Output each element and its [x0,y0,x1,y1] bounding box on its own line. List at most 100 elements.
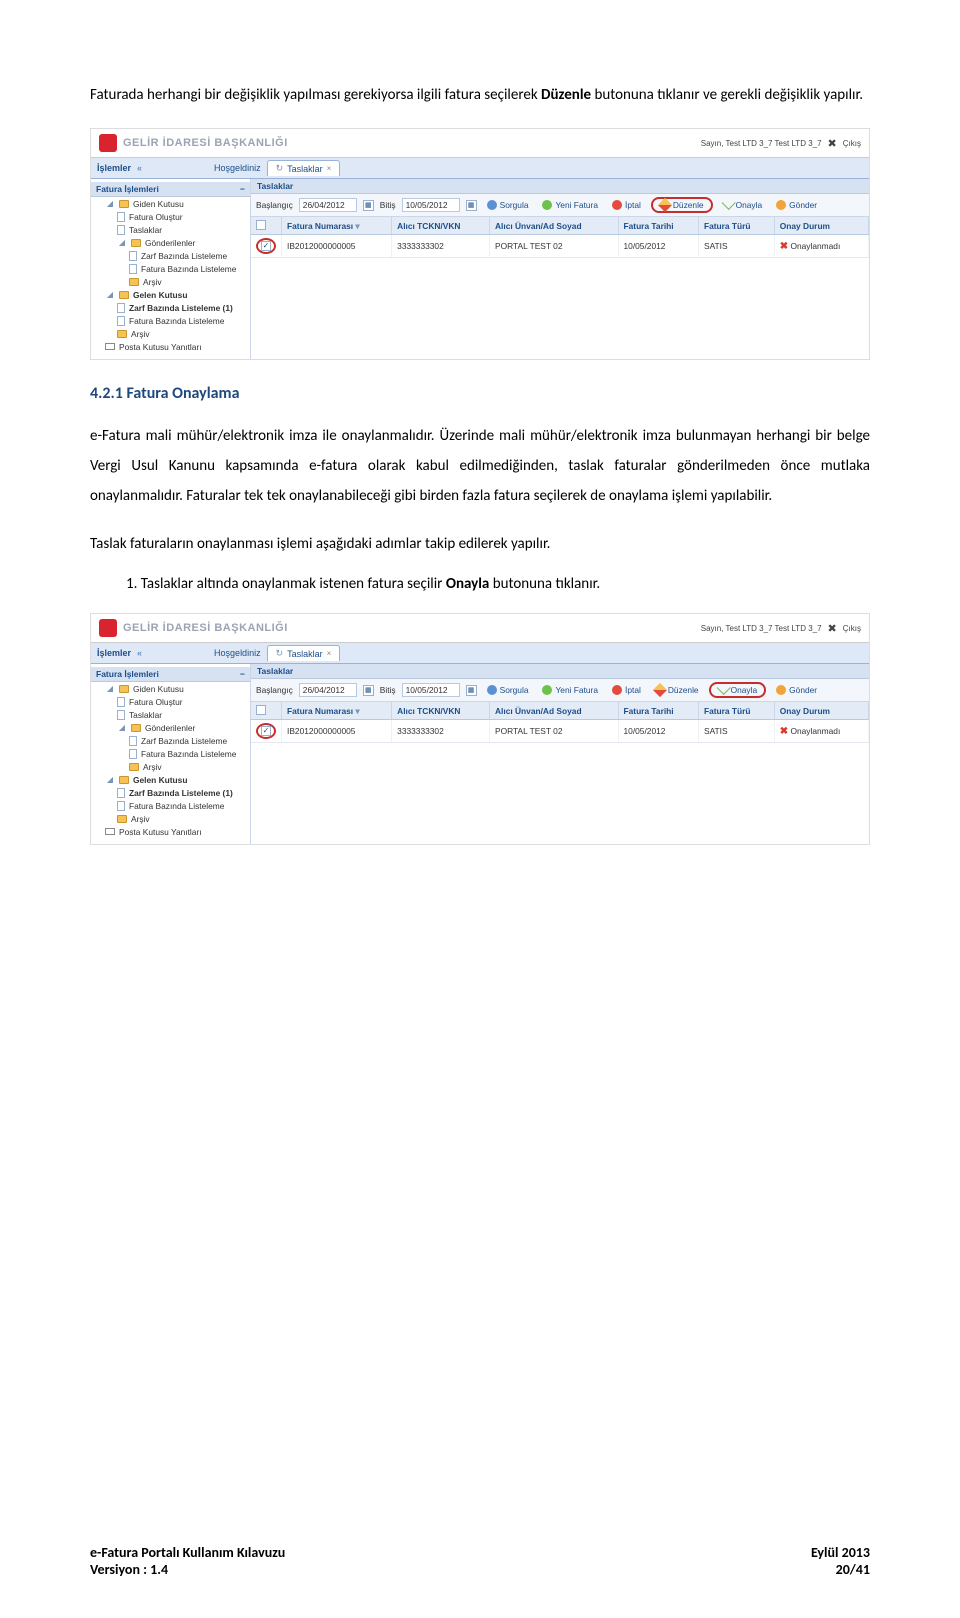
col-checkbox[interactable] [251,217,282,235]
cell-tarih: 10/05/2012 [618,720,698,743]
menubar-title: İşlemler [97,648,131,658]
checkbox-icon[interactable] [256,220,266,230]
calendar-icon[interactable]: ▦ [363,685,374,696]
tree-arsiv2[interactable]: Arşiv [91,327,250,340]
tree-zarf-liste[interactable]: Zarf Bazında Listeleme [91,249,250,262]
onayla-button[interactable]: Onayla [714,684,762,696]
sorgula-label: Sorgula [500,685,529,695]
col-checkbox[interactable] [251,702,282,720]
tree-gonderilenler[interactable]: ◢Gönderilenler [91,236,250,249]
tree-section-minus[interactable]: − [240,669,245,679]
tab-welcome[interactable]: Hoşgeldiniz [214,163,261,173]
tab-taslaklar[interactable]: ↻ Taslaklar × [267,160,341,176]
tree-posta[interactable]: Posta Kutusu Yanıtları [91,340,250,353]
col-unvan[interactable]: Alıcı Ünvan/Ad Soyad [490,217,619,235]
checkbox-icon[interactable] [256,705,266,715]
tree-gelen[interactable]: ◢Gelen Kutusu [91,288,250,301]
tree-gelen[interactable]: ◢Gelen Kutusu [91,773,250,786]
gonder-button[interactable]: Gönder [772,684,821,696]
calendar-icon[interactable]: ▦ [363,200,374,211]
col-fatura-no[interactable]: Fatura Numarası ▾ [282,702,392,720]
tree-fatura-liste[interactable]: Fatura Bazında Listeleme [91,262,250,275]
tree-olustur-label: Fatura Oluştur [129,697,183,707]
heading-onaylama: 4.2.1 Fatura Onaylama [90,384,870,403]
calendar-icon[interactable]: ▦ [466,200,477,211]
exit-icon[interactable]: ✖ [828,137,837,150]
bitis-label: Bitiş [380,200,396,210]
col-onay[interactable]: Onay Durum [774,702,868,720]
user-label: Sayın, Test LTD 3_7 Test LTD 3_7 [701,624,822,633]
iptal-button[interactable]: İptal [608,199,645,211]
close-icon[interactable]: × [327,649,332,658]
pencil-icon [653,683,667,697]
col-unvan[interactable]: Alıcı Ünvan/Ad Soyad [490,702,619,720]
tree-zarf-liste[interactable]: Zarf Bazında Listeleme [91,734,250,747]
tree-fatura-liste2[interactable]: Fatura Bazında Listeleme [91,799,250,812]
checkbox-icon[interactable]: ✓ [261,241,271,251]
tree-fatura-liste2[interactable]: Fatura Bazında Listeleme [91,314,250,327]
grid-row[interactable]: ✓ IB2012000000005 3333333302 PORTAL TEST… [251,235,869,258]
sort-icon[interactable]: ▾ [355,706,359,716]
tree-arsiv2[interactable]: Arşiv [91,812,250,825]
tree-section-minus[interactable]: − [240,184,245,194]
checkbox-icon[interactable]: ✓ [261,726,271,736]
cell-checkbox[interactable]: ✓ [251,720,282,743]
highlight-checkbox: ✓ [256,723,276,739]
iptal-button[interactable]: İptal [608,684,645,696]
col-onay[interactable]: Onay Durum [774,217,868,235]
tab-taslaklar[interactable]: ↻ Taslaklar × [267,645,341,661]
page-footer: e-Fatura Portalı Kullanım Kılavuzu Versi… [90,1544,870,1578]
exit-label[interactable]: Çıkış [843,624,861,633]
folder-icon [119,291,129,299]
col-tarih[interactable]: Fatura Tarihi [618,702,698,720]
col-tarih[interactable]: Fatura Tarihi [618,217,698,235]
tree-giden[interactable]: ◢Giden Kutusu [91,197,250,210]
tree-gonderilenler[interactable]: ◢Gönderilenler [91,721,250,734]
bitis-input[interactable]: 10/05/2012 [402,198,460,212]
sorgula-label: Sorgula [500,200,529,210]
sorgula-button[interactable]: Sorgula [483,199,533,211]
tree-taslaklar[interactable]: Taslaklar [91,223,250,236]
tree-zarf-liste1[interactable]: Zarf Bazında Listeleme (1) [91,301,250,314]
close-icon[interactable]: × [327,164,332,173]
tab-welcome[interactable]: Hoşgeldiniz [214,648,261,658]
col-fatura-no[interactable]: Fatura Numarası ▾ [282,217,392,235]
bitis-input[interactable]: 10/05/2012 [402,683,460,697]
exit-label[interactable]: Çıkış [843,139,861,148]
tree-posta[interactable]: Posta Kutusu Yanıtları [91,825,250,838]
calendar-icon[interactable]: ▦ [466,685,477,696]
yeni-fatura-button[interactable]: Yeni Fatura [538,684,602,696]
filter-bar: Başlangıç 26/04/2012 ▦ Bitiş 10/05/2012 … [251,679,869,702]
cell-checkbox[interactable]: ✓ [251,235,282,258]
tree-fatura-liste[interactable]: Fatura Bazında Listeleme [91,747,250,760]
tree-zarf-liste1[interactable]: Zarf Bazında Listeleme (1) [91,786,250,799]
col-tckn[interactable]: Alıcı TCKN/VKN [392,217,490,235]
collapse-icon[interactable]: « [137,648,142,658]
col-tur[interactable]: Fatura Türü [698,217,774,235]
logo-icon [99,134,117,152]
footer-left: e-Fatura Portalı Kullanım Kılavuzu Versi… [90,1544,285,1578]
duzenle-button[interactable]: Düzenle [656,199,708,211]
tree-taslaklar-label: Taslaklar [129,225,162,235]
tree-olustur[interactable]: Fatura Oluştur [91,210,250,223]
yeni-fatura-button[interactable]: Yeni Fatura [538,199,602,211]
duzenle-button[interactable]: Düzenle [651,684,703,696]
baslangic-input[interactable]: 26/04/2012 [299,198,357,212]
col-tckn[interactable]: Alıcı TCKN/VKN [392,702,490,720]
main-panel: Taslaklar Başlangıç 26/04/2012 ▦ Bitiş 1… [251,179,869,359]
sorgula-button[interactable]: Sorgula [483,684,533,696]
tree-arsiv[interactable]: Arşiv [91,760,250,773]
baslangic-input[interactable]: 26/04/2012 [299,683,357,697]
plus-icon [542,200,552,210]
tree-olustur[interactable]: Fatura Oluştur [91,695,250,708]
exit-icon[interactable]: ✖ [828,622,837,635]
grid-row[interactable]: ✓ IB2012000000005 3333333302 PORTAL TEST… [251,720,869,743]
collapse-icon[interactable]: « [137,163,142,173]
sort-icon[interactable]: ▾ [355,221,359,231]
tree-arsiv[interactable]: Arşiv [91,275,250,288]
tree-taslaklar[interactable]: Taslaklar [91,708,250,721]
col-tur[interactable]: Fatura Türü [698,702,774,720]
tree-giden[interactable]: ◢Giden Kutusu [91,682,250,695]
gonder-button[interactable]: Gönder [772,199,821,211]
onayla-button[interactable]: Onayla [719,199,767,211]
